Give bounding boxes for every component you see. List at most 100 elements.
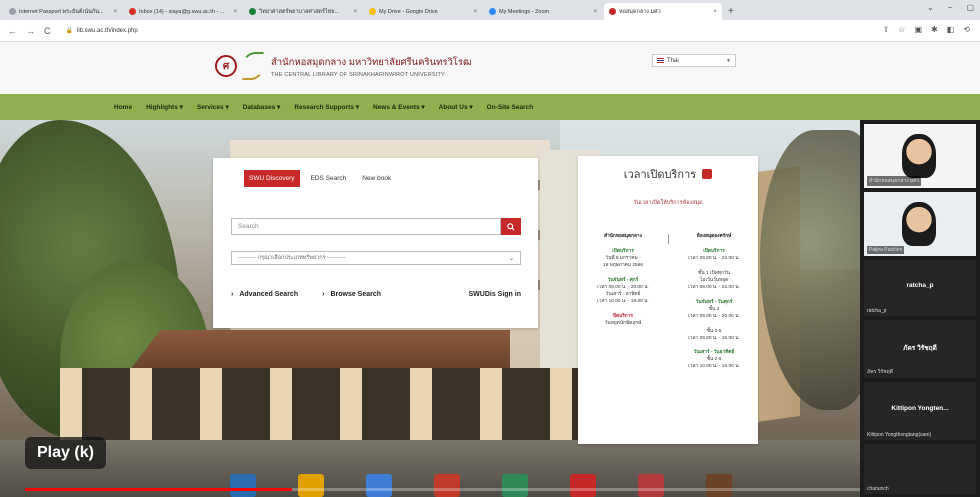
participant-tile[interactable]: Paijira Patchim xyxy=(864,192,976,256)
nav-services[interactable]: Services ▾ xyxy=(197,103,229,111)
library-logo[interactable]: ศ สำนักหอสมุดกลาง มหาวิทยาลัยศรีนครินทรว… xyxy=(215,52,472,80)
back-icon[interactable]: ← xyxy=(8,26,17,36)
search-button[interactable] xyxy=(501,218,521,235)
tab-eds-search[interactable]: EDS Search xyxy=(306,170,352,187)
hours-column-central: สำนักหอสมุดกลาง เปิดบริการ วันที่ 8 มกราค… xyxy=(583,234,663,336)
new-tab-button[interactable]: + xyxy=(728,6,734,17)
participant-tile[interactable]: chanunch xyxy=(864,444,976,494)
advanced-search-link[interactable]: › Advanced Search xyxy=(231,291,298,298)
hours-line: เวลา 09.00 น. - 16.00 น. xyxy=(688,335,740,341)
sidebar-icon[interactable]: ◧ xyxy=(947,25,955,34)
participant-name: chanunch xyxy=(867,486,889,492)
service-shortcut-icon[interactable] xyxy=(570,474,596,497)
resource-type-value: ---------- กรุณาเลือกประเภททรัพยากร ----… xyxy=(238,255,346,261)
url-field[interactable]: 🔒 lib.swu.ac.th/index.php xyxy=(59,23,144,38)
browser-tab[interactable]: My Drive - Google Drive × xyxy=(364,3,482,20)
flag-icon xyxy=(657,58,664,63)
browser-tab[interactable]: Internet Passport พระยันต์เน้นกัน... × xyxy=(4,3,122,20)
hours-line: 19 พฤษภาคม 2566 xyxy=(602,262,644,268)
university-seal-icon: ศ xyxy=(215,55,237,77)
nav-home[interactable]: Home xyxy=(114,104,132,111)
nav-on-site-search[interactable]: On-Site Search xyxy=(487,104,534,111)
close-tab-icon[interactable]: × xyxy=(233,9,237,15)
favicon-icon xyxy=(369,8,376,15)
tab-title: วิทยาศาสตร์พยาบาลศาสตร์ไทย... xyxy=(259,8,340,15)
nav-research-supports[interactable]: Research Supports ▾ xyxy=(294,103,359,111)
service-shortcut-icon[interactable] xyxy=(502,474,528,497)
browser-tab[interactable]: วิทยาศาสตร์พยาบาลศาสตร์ไทย... × xyxy=(244,3,362,20)
address-bar: ← → C 🔒 lib.swu.ac.th/index.php ⇪ ☆ ▣ ✱ … xyxy=(0,20,980,42)
chevron-right-icon: › xyxy=(231,291,234,298)
hours-block: ปิดบริการ วันหยุดนักขัตฤกษ์ xyxy=(583,314,663,328)
participant-tile[interactable]: สำนักหอสมุดกลาง มศว xyxy=(864,124,976,188)
service-shortcut-icon[interactable] xyxy=(434,474,460,497)
cast-icon[interactable]: ▣ xyxy=(914,25,922,34)
hours-subtitle: วันเวลาเปิดให้บริการห้องสมุด xyxy=(633,200,703,206)
participant-name: Kittipon Yongthongtang(sam) xyxy=(867,432,932,438)
language-select[interactable]: Thai ▼ xyxy=(652,54,736,67)
main-navigation: Home Highlights ▾ Services ▾ Databases ▾… xyxy=(0,94,980,120)
hours-line: เวลา 09.00 น. - 22.00 น. xyxy=(688,255,740,261)
tab-swu-discovery[interactable]: SWU Discovery xyxy=(244,170,300,187)
site-header: ศ สำนักหอสมุดกลาง มหาวิทยาลัยศรีนครินทรว… xyxy=(0,42,980,94)
reload-icon[interactable]: C xyxy=(44,26,51,36)
service-shortcut-icon[interactable] xyxy=(366,474,392,497)
hours-label: ชั้น 1 เปิดทุกวัน xyxy=(698,270,730,276)
hours-block: เปิดบริการ เวลา 09.00 น. - 22.00 น. xyxy=(674,249,754,263)
screen: Internet Passport พระยันต์เน้นกัน... × Inb… xyxy=(0,0,980,497)
search-tabs: SWU Discovery EDS Search New book xyxy=(244,170,396,187)
close-tab-icon[interactable]: × xyxy=(473,9,477,15)
participant-tile[interactable]: ratcha_p ratcha_p xyxy=(864,260,976,316)
service-shortcut-icon[interactable] xyxy=(706,474,732,497)
maximize-icon[interactable]: ▢ xyxy=(966,3,974,12)
close-tab-icon[interactable]: × xyxy=(593,9,597,15)
bookmark-star-icon[interactable]: ☆ xyxy=(898,25,905,34)
tab-title: Internet Passport พระยันต์เน้นกัน... xyxy=(19,8,104,15)
forward-icon[interactable]: → xyxy=(26,26,35,36)
participant-tile[interactable]: ภัคร วิรัชฤดี ภัคร วิรัชฤดี xyxy=(864,320,976,378)
participant-display-name: Kittipon Yongten... xyxy=(891,405,949,412)
resource-type-select[interactable]: ---------- กรุณาเลือกประเภททรัพยากร ----… xyxy=(231,251,521,265)
video-progress-fill[interactable] xyxy=(25,488,293,491)
hours-block: เปิดบริการ วันที่ 8 มกราคม -19 พฤษภาคม 25… xyxy=(583,249,663,270)
lock-icon: 🔒 xyxy=(65,28,73,34)
tab-new-book[interactable]: New book xyxy=(357,170,396,187)
hours-title: เวลาเปิดบริการ xyxy=(578,165,758,183)
opening-hours-panel: เวลาเปิดบริการ วันเวลาเปิดให้บริการห้องส… xyxy=(578,156,758,444)
tab-title: My Meetings - Zoom xyxy=(499,8,550,15)
participant-tile[interactable]: Kittipon Yongten... Kittipon Yongthongtan… xyxy=(864,382,976,440)
window-controls: ⌄ − ▢ xyxy=(927,3,974,12)
browse-search-link[interactable]: › Browse Search xyxy=(322,291,381,298)
service-shortcut-icon[interactable] xyxy=(298,474,324,497)
hours-line: วันที่ 8 มกราคม - xyxy=(605,255,641,261)
chevron-down-icon: ⌄ xyxy=(508,255,514,262)
close-tab-icon[interactable]: × xyxy=(113,9,117,15)
browser-tab[interactable]: Inbox (14) - siaya@g.swu.ac.th - ... × xyxy=(124,3,242,20)
close-tab-icon[interactable]: × xyxy=(353,9,357,15)
tab-search-icon[interactable]: ⌄ xyxy=(927,3,934,12)
nav-about-us[interactable]: About Us ▾ xyxy=(439,103,473,111)
swudis-signin-link[interactable]: SWUDis Sign in xyxy=(469,291,522,298)
profile-icon[interactable]: ⟲ xyxy=(963,25,970,34)
favicon-icon xyxy=(489,8,496,15)
service-shortcut-icon[interactable] xyxy=(230,474,256,497)
nav-databases[interactable]: Databases ▾ xyxy=(243,103,281,111)
search-input[interactable]: Search xyxy=(231,218,501,235)
participant-name: Paijira Patchim xyxy=(867,246,905,254)
search-card: SWU Discovery EDS Search New book Search… xyxy=(213,158,538,328)
hours-column-heading: ห้องสมุดองครักษ์ xyxy=(696,234,732,239)
extensions-icon[interactable]: ✱ xyxy=(931,25,938,34)
nav-highlights[interactable]: Highlights ▾ xyxy=(146,103,183,111)
share-icon[interactable]: ⇪ xyxy=(883,25,890,34)
browser-tab[interactable]: My Meetings - Zoom × xyxy=(484,3,602,20)
service-shortcut-icon[interactable] xyxy=(638,474,664,497)
tab-title: หอสมุดกลาง มศว xyxy=(619,8,661,15)
hours-block: ชั้น 3-5 เวลา 09.00 น. - 16.00 น. xyxy=(674,329,754,343)
hours-line: เวลา 10.00 น. - 18.00 น. xyxy=(597,298,649,304)
close-tab-icon[interactable]: × xyxy=(713,9,717,15)
minimize-icon[interactable]: − xyxy=(948,3,953,12)
nav-news-events[interactable]: News & Events ▾ xyxy=(373,103,425,111)
favicon-icon xyxy=(9,8,16,15)
browser-tab[interactable]: หอสมุดกลาง มศว × xyxy=(604,3,722,20)
hours-line: ไม่เว้นวันหยุด xyxy=(699,277,729,283)
